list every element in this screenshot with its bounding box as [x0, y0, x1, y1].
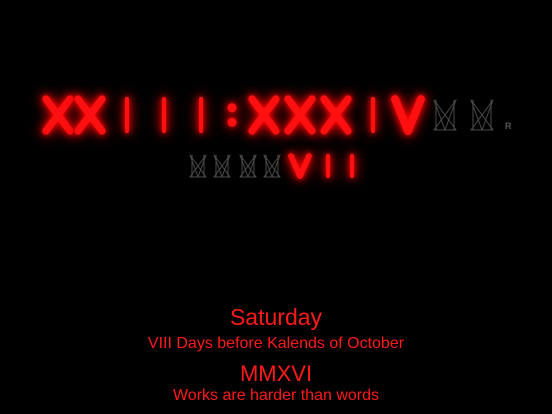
seconds-row	[189, 153, 355, 179]
time-glyph-7	[284, 95, 316, 135]
seconds-glyph-2	[239, 154, 257, 178]
time-glyph-10	[391, 95, 425, 135]
time-glyph-5	[227, 103, 237, 127]
roman-date-label: VIII Days before Kalends of October	[147, 335, 405, 352]
time-glyph-6	[248, 95, 280, 135]
seconds-glyph-0	[189, 154, 207, 178]
motto-label: Works are harder than words	[172, 387, 379, 404]
time-glyph-12	[470, 99, 494, 131]
weekday-label: Saturday	[229, 304, 323, 330]
mode-indicator: R	[505, 121, 512, 131]
time-glyph-8	[320, 95, 352, 135]
seconds-glyph-1	[213, 154, 231, 178]
time-glyph-0	[42, 95, 74, 135]
time-glyph-11	[433, 99, 457, 131]
time-glyph-1	[74, 95, 106, 135]
seconds-glyph-3	[263, 154, 281, 178]
year-label: MMXVI	[239, 361, 313, 386]
seconds-glyph-4	[288, 153, 312, 179]
